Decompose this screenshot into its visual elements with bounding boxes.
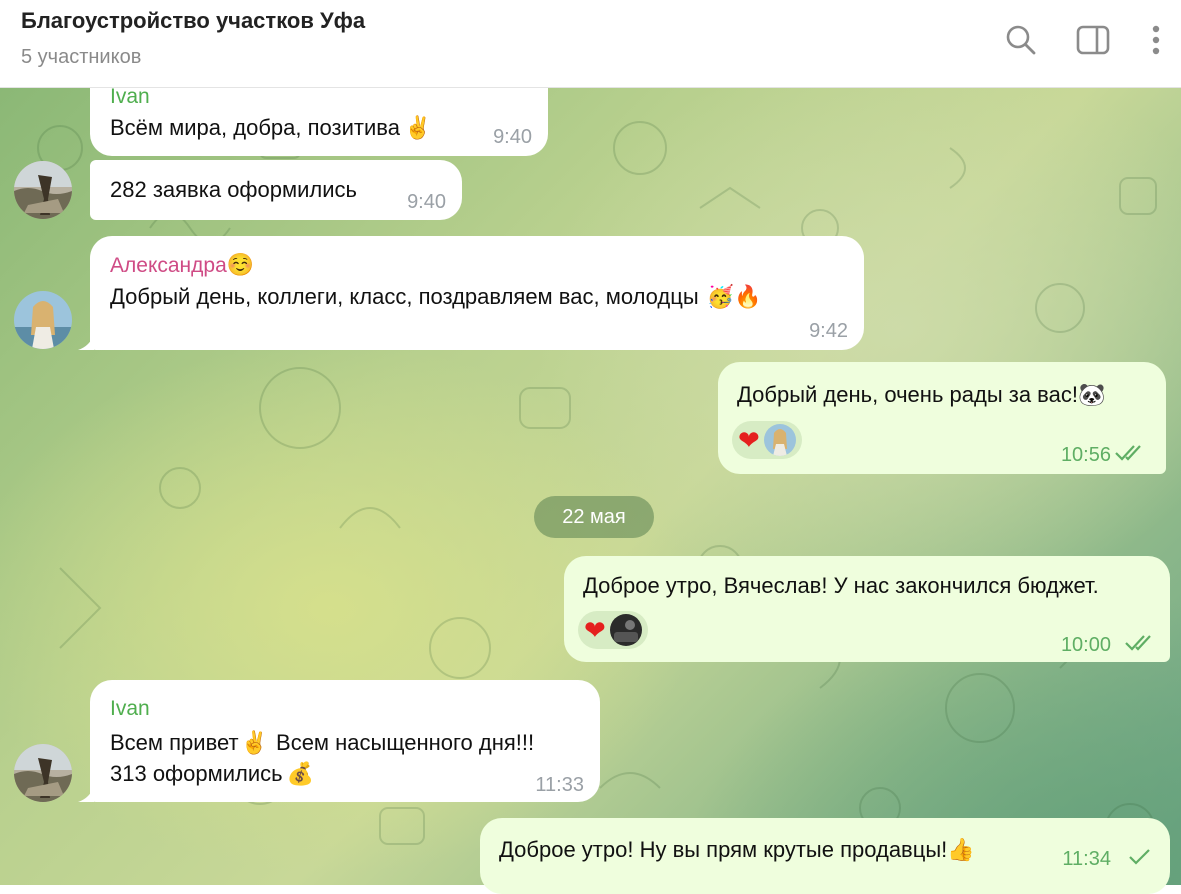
message-sender-line: Александра☺️ [110, 250, 254, 281]
message-text: Добрый день, очень рады за вас!🐼 [737, 382, 1106, 407]
message-sender[interactable]: Александра [110, 254, 227, 277]
emoji: 🐼 [1077, 382, 1106, 407]
message-text: Доброе утро, Вячеслав! У нас закончился … [583, 573, 1099, 598]
avatar-aleksandra[interactable] [14, 291, 72, 349]
message-time: 9:40 [407, 191, 446, 213]
message-time: 11:33 [535, 774, 584, 796]
chat-member-count[interactable]: 5 участников [21, 46, 141, 69]
message-time: 11:34 [1062, 848, 1111, 870]
reactor-avatar [763, 424, 796, 456]
heart-reaction: ❤ [738, 425, 760, 455]
emoji: 👍 [947, 837, 975, 862]
heart-reaction: ❤ [584, 615, 606, 645]
emoji: ✌️ [240, 730, 269, 755]
message-bubble[interactable]: Доброе утро! Ну вы прям крутые продавцы!… [480, 818, 1170, 894]
date-separator: 22 мая [534, 496, 654, 538]
sidebar-toggle-icon [1076, 25, 1110, 55]
message-bubble[interactable]: Александра☺️ Добрый день, коллеги, класс… [90, 236, 864, 350]
message-time: 10:56 [1060, 444, 1111, 466]
message-time: 9:42 [809, 320, 848, 342]
message-time: 10:00 [1060, 634, 1111, 656]
emoji: ☺️ [226, 252, 255, 277]
message-text-line-2: 313 оформились 💰 [110, 761, 315, 786]
emoji: ✌️ [403, 115, 432, 140]
message-text: Доброе утро! Ну вы прям крутые продавцы!… [499, 837, 975, 862]
emoji: 💰 [286, 761, 315, 786]
more-menu-button[interactable] [1136, 20, 1176, 60]
sent-check-icon [1129, 849, 1150, 865]
more-vertical-icon [1152, 25, 1160, 55]
message-bubble[interactable]: 282 заявка оформились 9:40 [90, 160, 462, 220]
read-double-check-icon [1125, 635, 1151, 651]
sidebar-toggle-button[interactable] [1073, 20, 1113, 60]
message-bubble[interactable]: Доброе утро, Вячеслав! У нас закончился … [564, 556, 1170, 662]
emoji: 🥳🔥 [706, 284, 762, 309]
avatar-ivan[interactable] [14, 744, 72, 802]
reaction-chip[interactable]: ❤ [732, 421, 802, 459]
message-text: Добрый день, коллеги, класс, поздравляем… [110, 284, 762, 309]
chat-title[interactable]: Благоустройство участков Уфа [21, 8, 365, 34]
reactor-avatar [609, 614, 642, 646]
message-text: 282 заявка оформились [110, 177, 358, 202]
read-double-check-icon [1115, 445, 1141, 461]
message-bubble[interactable]: Добрый день, очень рады за вас!🐼 ❤ 10:56 [718, 362, 1166, 474]
message-text-line-1: Всем привет✌️ Всем насыщенного дня!!! [110, 730, 535, 755]
reaction-chip[interactable]: ❤ [578, 611, 648, 649]
message-text: Всём мира, добра, позитива ✌️ [110, 115, 432, 140]
message-time: 9:40 [493, 126, 532, 148]
message-sender[interactable]: Ivan [110, 694, 150, 724]
avatar-ivan[interactable] [14, 161, 72, 219]
bubble-tail [78, 334, 94, 350]
chat-header: Благоустройство участков Уфа 5 участнико… [0, 0, 1181, 88]
bubble-tail [78, 786, 94, 802]
search-button[interactable] [1001, 20, 1041, 60]
message-bubble[interactable]: Ivan Всем привет✌️ Всем насыщенного дня!!… [90, 680, 600, 802]
message-bubble[interactable]: Ivan Всём мира, добра, позитива ✌️ 9:40 [90, 78, 548, 156]
search-icon [1006, 25, 1036, 55]
